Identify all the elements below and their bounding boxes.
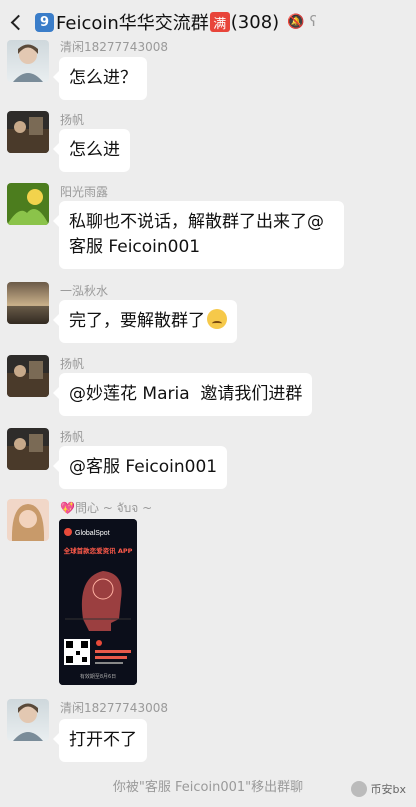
group-number-badge: 9 — [35, 12, 54, 32]
sender-name: 💖問心 ~ จับจ ~ — [60, 501, 153, 515]
sender-name: 清闲18277743008 — [60, 40, 168, 54]
wechat-logo-icon — [350, 781, 367, 797]
message-text-line: 客服 Feicoin001 — [69, 237, 201, 257]
sender-name: 扬帆 — [60, 430, 85, 444]
mute-ear-icon: ʕ — [309, 14, 317, 30]
message-bubble[interactable]: 怎么进？ — [53, 57, 147, 100]
message-bubble[interactable]: @妙莲花 Maria 邀请我们进群 — [52, 373, 313, 416]
shared-image[interactable]: GlobalSpot 全球首款恋爱资讯 APP 有效期至8月6日 — [59, 519, 137, 685]
member-count: (308) — [230, 11, 280, 33]
message-bubble[interactable]: 打开不了 — [53, 719, 147, 762]
avatar[interactable] — [7, 499, 49, 541]
image-headline: 全球首款恋爱资讯 APP — [63, 546, 133, 555]
sender-name: 扬帆 — [60, 113, 85, 127]
watermark-text: 币安bx — [370, 783, 407, 796]
sender-name: 阳光雨露 — [60, 185, 109, 199]
message-bubble[interactable]: 完了，要解散群了 — [53, 300, 237, 343]
avatar[interactable] — [7, 111, 49, 153]
avatar[interactable] — [7, 282, 49, 324]
avatar[interactable] — [7, 183, 49, 225]
message-text-line: 私聊也不说话，解散群了出来了@ — [69, 212, 324, 232]
group-full-badge: 满 — [209, 12, 230, 32]
flushed-face-emoji-icon — [207, 309, 227, 329]
avatar[interactable] — [7, 428, 49, 470]
watermark: 币安bx — [350, 781, 407, 797]
sender-name: 清闲18277743008 — [60, 701, 168, 715]
back-button[interactable] — [0, 0, 30, 44]
avatar[interactable] — [7, 40, 49, 82]
mute-bell-icon: 🔕 — [287, 14, 305, 30]
avatar[interactable] — [7, 355, 49, 397]
message-bubble[interactable]: @客服 Feicoin001 — [52, 446, 228, 489]
image-brand: GlobalSpot — [75, 530, 110, 537]
message-bubble[interactable]: 私聊也不说话，解散群了出来了@ 客服 Feicoin001 — [53, 201, 344, 269]
group-title[interactable]: Feicoin华华交流群 — [56, 9, 209, 35]
sender-name: 扬帆 — [60, 357, 85, 371]
avatar[interactable] — [7, 699, 49, 741]
sender-name: 一泓秋水 — [60, 284, 109, 298]
message-bubble[interactable]: 怎么进 — [53, 129, 130, 172]
image-caption: 有效期至8月6日 — [80, 673, 116, 680]
message-text: 完了，要解散群了 — [69, 311, 205, 331]
chevron-left-icon — [10, 14, 26, 30]
